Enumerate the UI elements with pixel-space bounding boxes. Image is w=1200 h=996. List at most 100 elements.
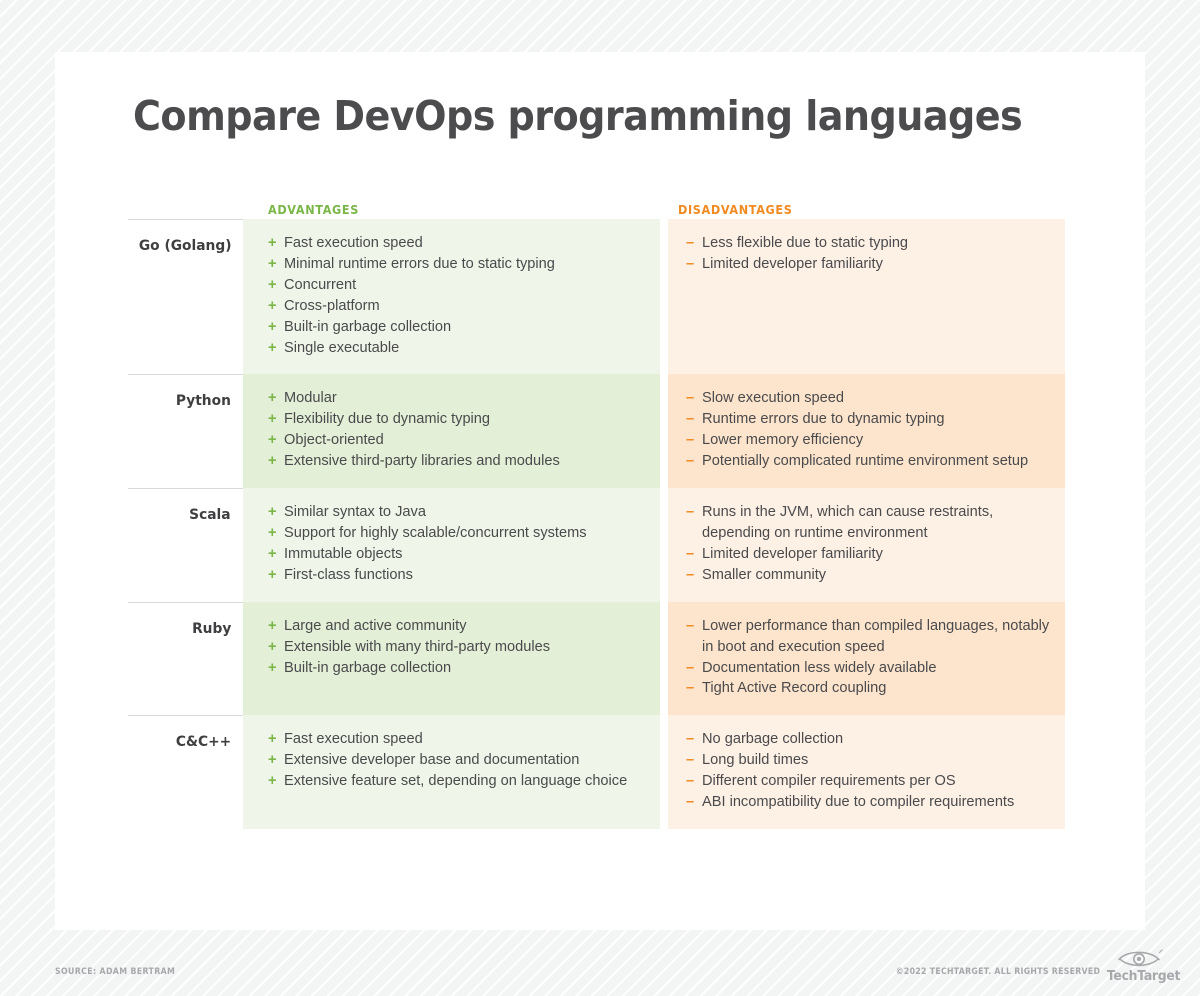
advantages-cell: + Modular + Flexibility due to dynamic typi… <box>243 374 660 489</box>
language-cell: Scala <box>128 488 243 602</box>
advantages-cell: + Similar syntax to Java + Support for high… <box>243 488 660 602</box>
list-item: + Cross-platform <box>268 296 646 317</box>
minus-icon: – <box>686 255 695 272</box>
plus-icon: + <box>268 659 277 676</box>
column-header-advantages-label: ADVANTAGES <box>268 202 359 217</box>
list-item: + Extensive developer base and documentat… <box>268 750 646 771</box>
minus-icon: – <box>686 504 695 521</box>
plus-icon: + <box>268 752 277 769</box>
list-item-text: Extensive feature set, depending on lang… <box>284 773 628 790</box>
column-header-advantages: ADVANTAGES <box>243 201 660 219</box>
source-credit: SOURCE: ADAM BERTRAM <box>55 967 176 977</box>
disadvantages-cell: – No garbage collection – Long build times –… <box>668 715 1065 829</box>
page-title: Compare DevOps programming languages <box>133 92 1023 140</box>
minus-icon: – <box>686 235 695 251</box>
list-item: – Different compiler requirements per OS <box>686 771 1051 792</box>
list-item-text: No garbage collection <box>702 731 844 748</box>
minus-icon: – <box>686 390 695 407</box>
plus-icon: + <box>268 731 277 748</box>
list-item: + Object-oriented <box>268 430 646 451</box>
list-item-text: Extensive third-party libraries and modu… <box>284 453 560 470</box>
disadvantages-cell: – Lower performance than compiled languag… <box>668 601 1065 716</box>
list-item-text: Potentially complicated runtime environm… <box>702 453 1029 470</box>
list-item: + Similar syntax to Java <box>268 502 646 523</box>
language-cell: Python <box>128 374 243 489</box>
plus-icon: + <box>268 255 277 272</box>
minus-icon: – <box>686 773 695 790</box>
list-item-text: Slow execution speed <box>702 390 844 407</box>
minus-icon: – <box>686 432 695 449</box>
list-item-text: First-class functions <box>284 566 413 583</box>
infographic-card: Compare DevOps programming languages ADV… <box>55 52 1145 930</box>
list-item-text: Built-in garbage collection <box>284 659 452 676</box>
list-item: – Limited developer familiarity <box>686 544 1051 565</box>
list-item: + Fast execution speed <box>268 729 646 750</box>
plus-icon: + <box>268 235 277 251</box>
list-item-text: Similar syntax to Java <box>284 504 426 521</box>
advantages-list: + Large and active community + Extensible w… <box>268 616 646 679</box>
list-item: + Extensive third-party libraries and mod… <box>268 451 646 472</box>
list-item: – Lower memory efficiency <box>686 430 1051 451</box>
list-item-text: Less flexible due to static typing <box>702 235 909 251</box>
list-item-text: Cross-platform <box>284 297 380 314</box>
plus-icon: + <box>268 390 277 407</box>
disadvantages-list: – Runs in the JVM, which can cause restra… <box>686 502 1051 586</box>
list-item-text: Tight Active Record coupling <box>702 680 887 697</box>
list-item-text: Large and active community <box>284 617 467 634</box>
list-item-text: Different compiler requirements per OS <box>702 773 956 790</box>
list-item-text: Support for highly scalable/concurrent s… <box>284 524 587 541</box>
list-item: – Runs in the JVM, which can cause restra… <box>686 502 1051 544</box>
list-item-text: Long build times <box>702 752 809 769</box>
table-row: Scala + Similar syntax to Java + Support for… <box>128 488 1065 602</box>
list-item: – Documentation less widely available <box>686 658 1051 679</box>
plus-icon: + <box>268 566 277 583</box>
list-item: + Concurrent <box>268 275 646 296</box>
list-item-text: Lower memory efficiency <box>702 432 864 449</box>
table-row: Python + Modular + Flexibility due to dynami… <box>128 374 1065 489</box>
language-cell: Go (Golang) <box>128 219 243 375</box>
language-cell: C&C++ <box>128 715 243 829</box>
plus-icon: + <box>268 504 277 521</box>
list-item: + First-class functions <box>268 565 646 586</box>
list-item-text: Minimal runtime errors due to static typ… <box>284 255 555 272</box>
advantages-list: + Fast execution speed + Extensive develope… <box>268 729 646 792</box>
minus-icon: – <box>686 680 695 697</box>
plus-icon: + <box>268 411 277 428</box>
minus-icon: – <box>686 411 695 428</box>
minus-icon: – <box>686 731 695 748</box>
minus-icon: – <box>686 617 695 634</box>
list-item: + Flexibility due to dynamic typing <box>268 409 646 430</box>
list-item: + Extensible with many third-party module… <box>268 637 646 658</box>
list-item-text: Fast execution speed <box>284 235 423 251</box>
language-label: Scala <box>189 507 231 524</box>
list-item-text: Limited developer familiarity <box>702 255 883 272</box>
list-item: + Built-in garbage collection <box>268 658 646 679</box>
list-item-text: Documentation less widely available <box>702 659 937 676</box>
list-item: + Immutable objects <box>268 544 646 565</box>
list-item-text: Extensible with many third-party modules <box>284 638 551 655</box>
advantages-list: + Modular + Flexibility due to dynamic typi… <box>268 388 646 472</box>
list-item: – Runtime errors due to dynamic typing <box>686 409 1051 430</box>
footer: SOURCE: ADAM BERTRAM ©2022 TECHTARGET. A… <box>0 930 1200 996</box>
minus-icon: – <box>686 453 695 470</box>
list-item-text: Runs in the JVM, which can cause restrai… <box>702 504 994 541</box>
list-item: – Slow execution speed <box>686 388 1051 409</box>
plus-icon: + <box>268 276 277 293</box>
list-item: – Long build times <box>686 750 1051 771</box>
list-item-text: Built-in garbage collection <box>284 318 452 335</box>
list-item: – Less flexible due to static typing <box>686 233 1051 254</box>
minus-icon: – <box>686 794 695 811</box>
plus-icon: + <box>268 318 277 335</box>
list-item-text: Smaller community <box>702 566 827 583</box>
list-item: – ABI incompatibility due to compiler req… <box>686 792 1051 813</box>
techtarget-logo: TechTarget <box>1104 948 1181 986</box>
advantages-cell: + Fast execution speed + Minimal runtime er… <box>243 219 660 375</box>
comparison-table: ADVANTAGES DISADVANTAGES Go (Golang) + Fas… <box>128 187 1065 829</box>
list-item: + Large and active community <box>268 616 646 637</box>
list-item-text: Modular <box>284 390 337 407</box>
techtarget-wordmark: TechTarget <box>1106 968 1181 984</box>
list-item: + Minimal runtime errors due to static ty… <box>268 254 646 275</box>
list-item-text: Limited developer familiarity <box>702 545 883 562</box>
list-item: – Limited developer familiarity <box>686 254 1051 275</box>
table-body: Go (Golang) + Fast execution speed + Minimal… <box>128 219 1065 829</box>
